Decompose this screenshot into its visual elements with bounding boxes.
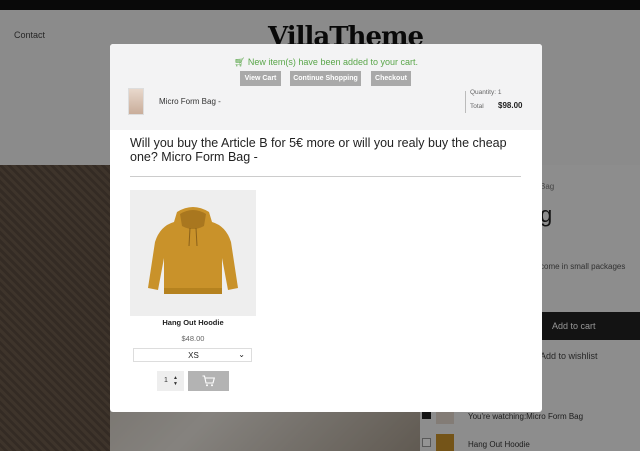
- cart-item-thumbnail: [128, 88, 144, 115]
- cart-quantity: Quantity: 1: [470, 89, 502, 96]
- hoodie-image[interactable]: [130, 190, 256, 316]
- upsell-product-price: $48.00: [181, 334, 205, 343]
- size-select-value: XS: [188, 351, 199, 360]
- cart-item-name: Micro Form Bag -: [159, 97, 221, 106]
- section-divider: [130, 176, 521, 177]
- added-to-cart-modal: 🛒︎ New item(s) have been added to your c…: [110, 44, 542, 412]
- add-upsell-to-cart-button[interactable]: [188, 371, 229, 391]
- upsell-product-name[interactable]: Hang Out Hoodie: [130, 318, 256, 327]
- upsell-question: Will you buy the Article B for 5€ more o…: [130, 136, 507, 164]
- hoodie-illustration: [148, 207, 238, 294]
- modal-header: 🛒︎ New item(s) have been added to your c…: [110, 44, 542, 130]
- size-select[interactable]: XS ⌄: [133, 348, 252, 362]
- added-message: 🛒︎ New item(s) have been added to your c…: [233, 57, 419, 67]
- cart-total-value: $98.00: [498, 101, 523, 110]
- summary-divider: [465, 91, 466, 113]
- view-cart-button[interactable]: View Cart: [240, 71, 281, 86]
- quantity-value: 1: [164, 377, 168, 384]
- cart-check-icon: 🛒︎: [233, 57, 246, 67]
- stepper-arrows-icon[interactable]: ▲ ▼: [173, 375, 178, 387]
- checkout-button[interactable]: Checkout: [371, 71, 411, 86]
- quantity-stepper[interactable]: 1 ▲ ▼: [157, 371, 184, 391]
- continue-shopping-button[interactable]: Continue Shopping: [290, 71, 361, 86]
- chevron-down-icon: ⌄: [238, 350, 245, 359]
- cart-actions: View Cart Continue Shopping Checkout: [240, 71, 412, 86]
- cart-total-label: Total: [470, 103, 484, 110]
- cart-icon: [202, 375, 215, 387]
